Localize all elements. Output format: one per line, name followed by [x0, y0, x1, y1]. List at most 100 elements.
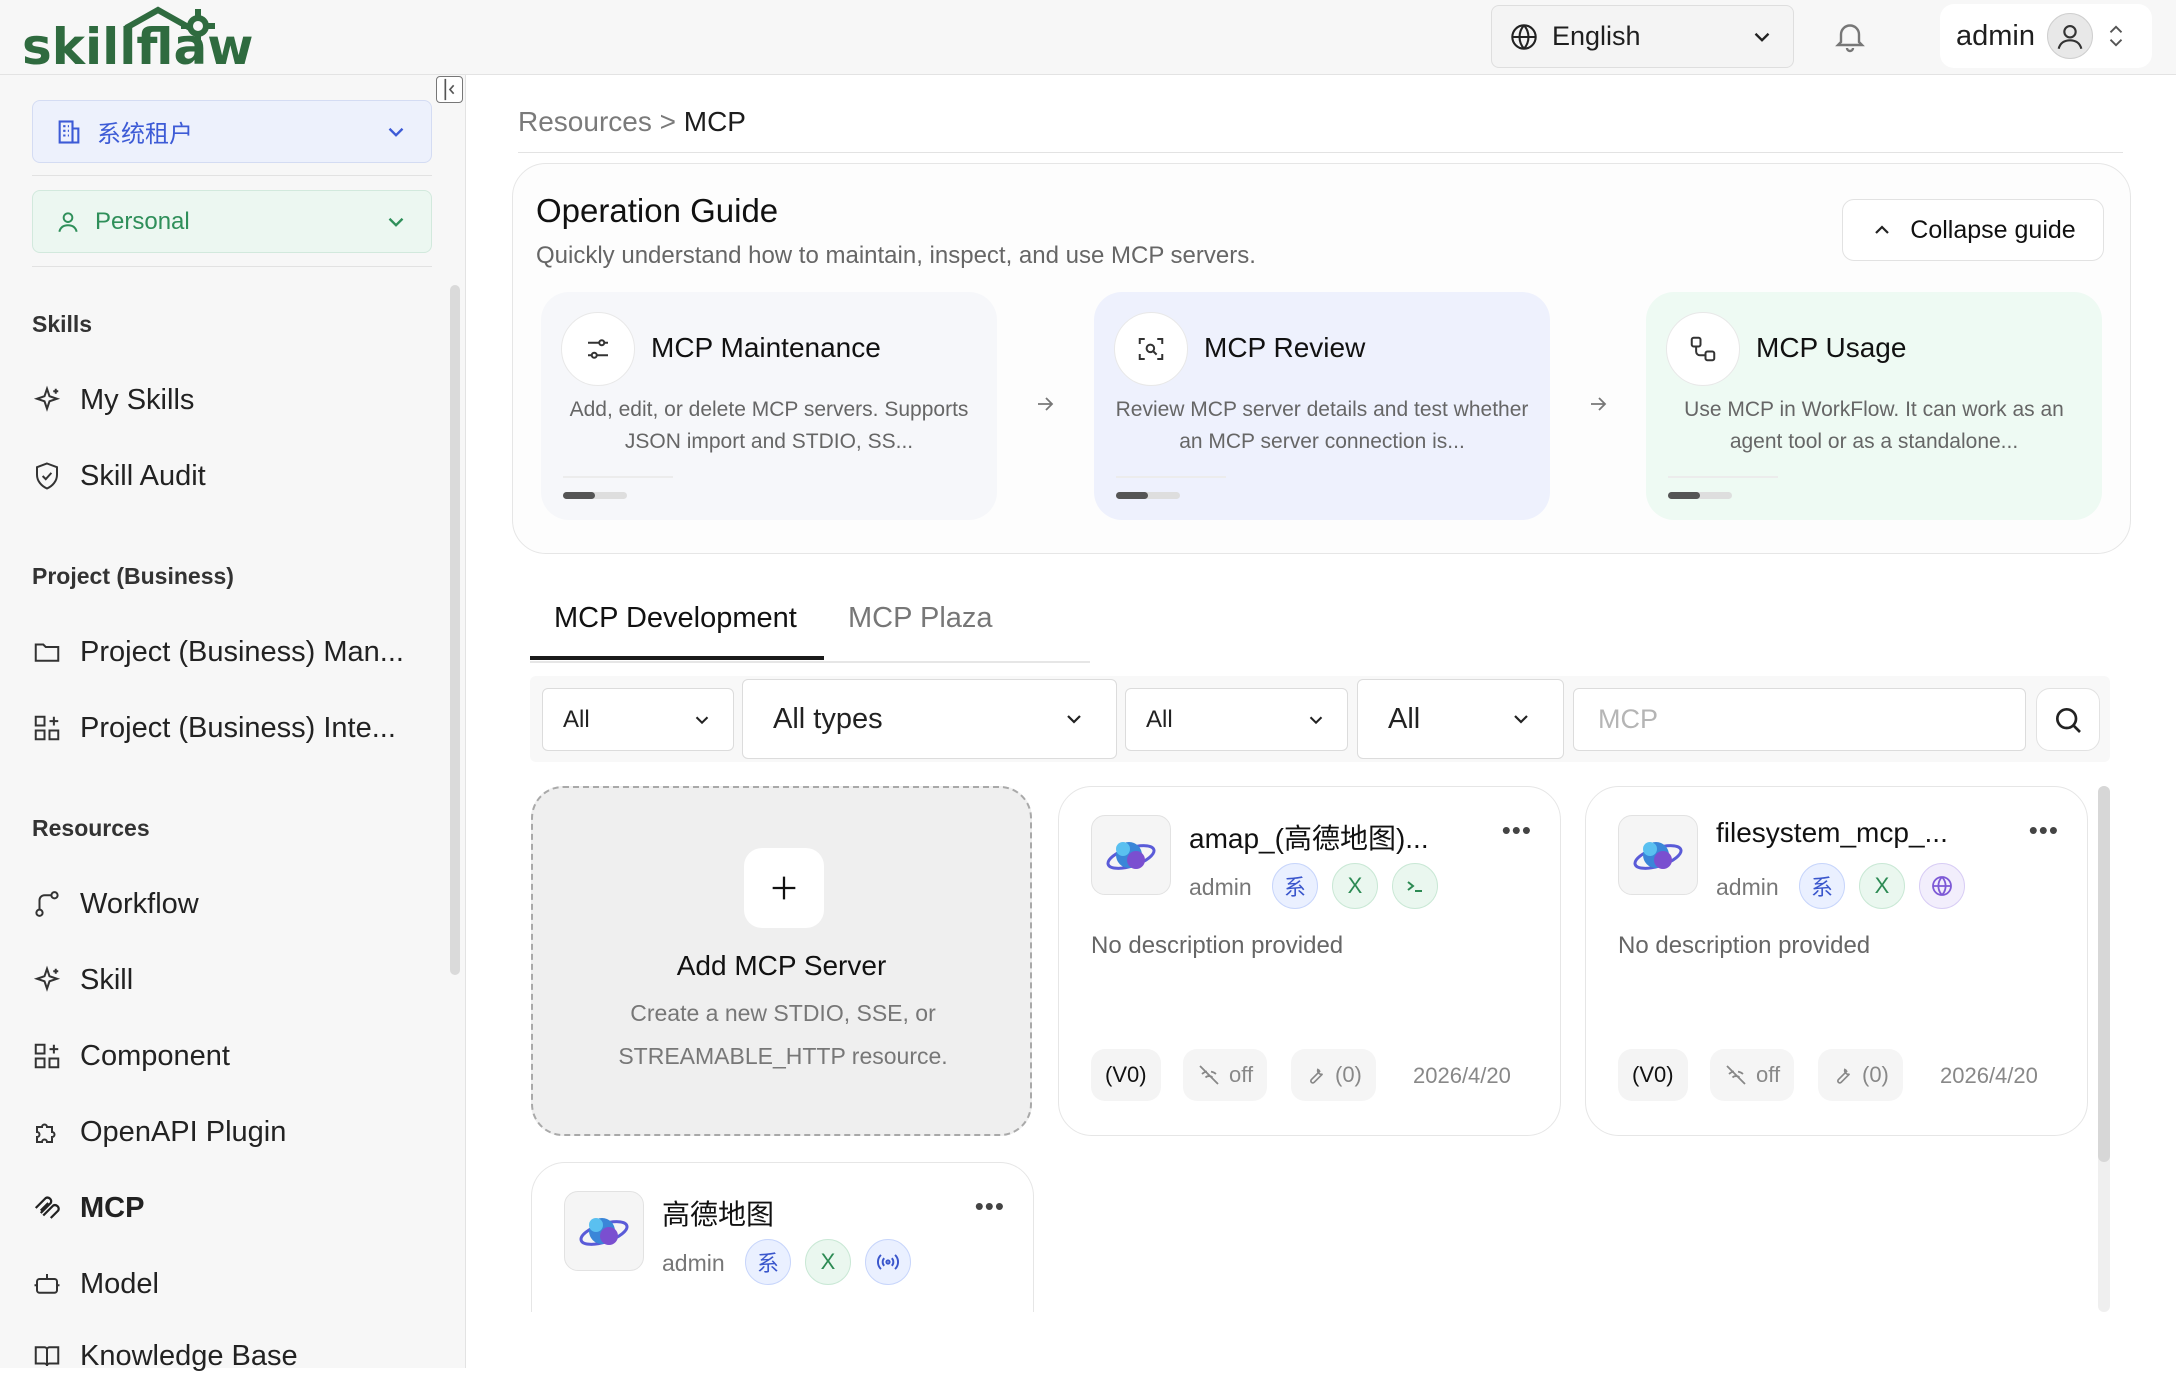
tools-chip[interactable]: (0)	[1291, 1049, 1376, 1101]
sidebar-item-label: OpenAPI Plugin	[80, 1115, 287, 1148]
x-badge: X	[1859, 863, 1905, 909]
collapse-guide-label: Collapse guide	[1910, 215, 2076, 244]
sidebar-item-mcp[interactable]: MCP	[32, 1183, 432, 1233]
tabs-divider	[530, 661, 1090, 663]
search-icon	[2056, 707, 2081, 733]
sliders-icon	[561, 312, 635, 386]
status-filter-select[interactable]: All	[1125, 688, 1348, 751]
tools-count: (0)	[1335, 1062, 1362, 1087]
sidebar-item-my-skills[interactable]: My Skills	[32, 375, 432, 425]
status-label: off	[1756, 1062, 1781, 1087]
section-title-resources: Resources	[32, 815, 150, 841]
version-label: (V0)	[1105, 1062, 1147, 1087]
breadcrumb-parent[interactable]: Resources	[518, 106, 652, 137]
sidebar-item-label: Project (Business) Man...	[80, 635, 404, 668]
guide-card-maintenance[interactable]: MCP Maintenance Add, edit, or delete MCP…	[541, 292, 997, 520]
owner-filter-select[interactable]: All	[1357, 679, 1564, 759]
avatar	[2047, 13, 2093, 59]
mcp-server-card[interactable]: amap_(高德地图)... ••• admin 系 X No descript…	[1058, 786, 1561, 1136]
add-mcp-server-card[interactable]: Add MCP Server Create a new STDIO, SSE, …	[531, 786, 1032, 1136]
version-chip: (V0)	[1618, 1049, 1688, 1101]
guide-card-desc: Add, edit, or delete MCP servers. Suppor…	[569, 398, 969, 453]
tab-mcp-development[interactable]: MCP Development	[554, 602, 797, 635]
tools-chip[interactable]: (0)	[1818, 1049, 1903, 1101]
more-options-icon[interactable]: •••	[1502, 815, 1532, 846]
sidebar-item-label: Workflow	[80, 887, 199, 920]
more-options-icon[interactable]: •••	[2029, 815, 2059, 846]
chevron-down-icon	[1309, 716, 1323, 724]
sidebar-item-project-management[interactable]: Project (Business) Man...	[32, 627, 432, 677]
chevron-down-icon	[388, 127, 404, 137]
language-label: English	[1552, 21, 1641, 51]
section-title-skills: Skills	[32, 311, 93, 337]
sidebar-item-openapi-plugin[interactable]: OpenAPI Plugin	[32, 1107, 432, 1157]
breadcrumb-current: MCP	[683, 106, 746, 137]
status-label: off	[1229, 1062, 1254, 1087]
search-placeholder: MCP	[1598, 704, 1658, 734]
x-badge: X	[805, 1239, 851, 1285]
space-select[interactable]: Personal	[32, 190, 432, 253]
sidebar-item-workflow[interactable]: Workflow	[32, 879, 432, 929]
collapse-guide-button[interactable]: Collapse guide	[1842, 199, 2104, 261]
mcp-server-card[interactable]: filesystem_mcp_... ••• admin 系 X No desc…	[1585, 786, 2088, 1136]
sidebar-item-skill-audit[interactable]: Skill Audit	[32, 451, 432, 501]
sidebar-item-label: Skill	[80, 963, 134, 996]
arrow-right-icon	[1038, 397, 1054, 411]
shield-check-icon	[36, 462, 58, 490]
sidebar: 系统租户 Personal Skills My Skills Skill Aud…	[0, 75, 466, 1372]
sidebar-item-knowledge-base[interactable]: Knowledge Base	[32, 1331, 432, 1381]
chevron-down-icon	[695, 716, 709, 724]
guide-title: Operation Guide	[536, 192, 779, 229]
sidebar-item-label: Component	[80, 1039, 230, 1072]
divider	[518, 152, 2123, 153]
book-icon	[34, 1346, 60, 1367]
sidebar-item-model[interactable]: Model	[32, 1259, 432, 1309]
system-badge: 系	[745, 1239, 791, 1285]
guide-card-usage[interactable]: MCP Usage Use MCP in WorkFlow. It can wo…	[1646, 292, 2102, 520]
user-menu[interactable]: admin	[1940, 4, 2152, 68]
mcp-server-name: filesystem_mcp_...	[1716, 817, 1948, 848]
sidebar-item-project-integration[interactable]: Project (Business) Inte...	[32, 703, 432, 753]
sidebar-item-skill[interactable]: Skill	[32, 955, 432, 1005]
guide-card-title: MCP Maintenance	[651, 332, 881, 363]
mcp-server-desc: No description provided	[1091, 932, 1344, 959]
bell-icon[interactable]	[1832, 18, 1868, 54]
status-chip[interactable]: off	[1183, 1049, 1268, 1101]
mcp-server-owner: admin	[1716, 874, 1779, 900]
breadcrumb-separator: >	[659, 106, 676, 137]
breadcrumb: Resources > MCP	[518, 106, 746, 138]
mcp-server-card[interactable]: 高德地图 ••• admin 系 X	[531, 1162, 1034, 1312]
scope-filter-select[interactable]: All	[542, 688, 734, 751]
user-icon	[58, 211, 78, 232]
wifi-off-icon	[1726, 1065, 1746, 1085]
status-chip[interactable]: off	[1710, 1049, 1795, 1101]
chevron-down-icon	[388, 217, 404, 227]
sidebar-scrollbar[interactable]	[450, 285, 460, 975]
add-card-title: Add MCP Server	[676, 950, 887, 981]
active-tab-indicator	[530, 656, 824, 660]
mcp-server-logo-icon	[1618, 815, 1698, 895]
tab-mcp-plaza[interactable]: MCP Plaza	[848, 602, 993, 635]
skillflaw-logo[interactable]: skillflaw	[22, 6, 282, 70]
search-input[interactable]: MCP	[1573, 688, 2026, 751]
main-scrollbar[interactable]	[2098, 786, 2110, 1162]
sidebar-item-component[interactable]: Component	[32, 1031, 432, 1081]
space-label: Personal	[95, 207, 190, 235]
top-bar: skillflaw English admin	[0, 0, 2176, 75]
tenant-label: 系统租户	[97, 121, 193, 148]
collapse-sidebar-icon[interactable]	[436, 76, 463, 103]
grid-plus-icon	[34, 715, 60, 741]
mcp-server-desc: No description provided	[1618, 932, 1871, 959]
guide-card-review[interactable]: MCP Review Review MCP server details and…	[1094, 292, 1550, 520]
language-select[interactable]: English	[1491, 5, 1794, 68]
progress-indicator	[1668, 492, 1732, 499]
search-button[interactable]	[2036, 688, 2100, 751]
type-filter-select[interactable]: All types	[742, 679, 1117, 759]
more-options-icon[interactable]: •••	[975, 1191, 1005, 1222]
mcp-server-name: amap_(高德地图)...	[1189, 823, 1429, 854]
owner-filter-value: All	[1388, 702, 1421, 735]
tenant-select[interactable]: 系统租户	[32, 100, 432, 163]
sparkle-icon	[33, 385, 61, 412]
add-card-desc: Create a new STDIO, SSE, or STREAMABLE_H…	[618, 1000, 948, 1069]
version-chip: (V0)	[1091, 1049, 1161, 1101]
